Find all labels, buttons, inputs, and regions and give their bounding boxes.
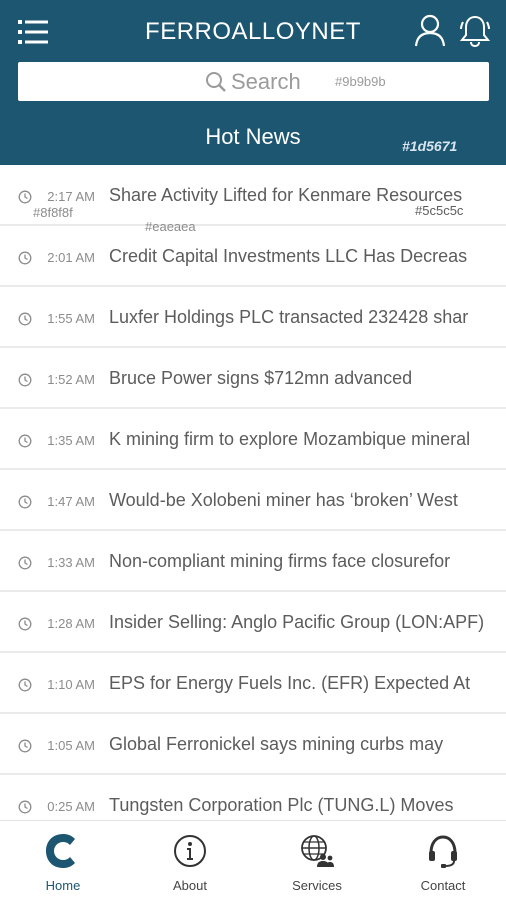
- nav-about[interactable]: About: [127, 821, 253, 900]
- clock-icon: [18, 190, 32, 204]
- bottom-navigation: Home About Services Contact: [0, 820, 506, 900]
- user-button[interactable]: [414, 14, 446, 48]
- news-item[interactable]: 1:10 AM EPS for Energy Fuels Inc. (EFR) E…: [0, 653, 506, 714]
- news-item[interactable]: 2:17 AM Share Activity Lifted for Kenmare…: [0, 165, 506, 226]
- news-title[interactable]: EPS for Energy Fuels Inc. (EFR) Expected…: [109, 673, 499, 694]
- news-item[interactable]: 1:52 AM Bruce Power signs $712mn advanced: [0, 348, 506, 409]
- clock-icon: [18, 678, 32, 692]
- news-list: #eaeaea 2:17 AM Share Activity Lifted for…: [0, 165, 506, 820]
- clock-icon: [18, 373, 32, 387]
- company-logo-icon: [46, 834, 75, 868]
- news-time: 0:25 AM: [47, 799, 95, 814]
- news-item[interactable]: 1:33 AM Non-compliant mining firms face c…: [0, 531, 506, 592]
- search-bar[interactable]: Search #9b9b9b: [18, 62, 489, 101]
- news-time: 1:52 AM: [47, 372, 95, 387]
- news-item[interactable]: 0:25 AM Tungsten Corporation Plc (TUNG.L)…: [0, 775, 506, 820]
- search-placeholder: Search: [231, 69, 301, 94]
- clock-icon: [18, 739, 32, 753]
- search-icon: [206, 72, 226, 92]
- news-title[interactable]: Would-be Xolobeni miner has ‘broken’ Wes…: [109, 490, 499, 511]
- clock-icon: [18, 495, 32, 509]
- nav-contact[interactable]: Contact: [380, 821, 506, 900]
- user-icon: [414, 14, 446, 47]
- news-title[interactable]: Bruce Power signs $712mn advanced: [109, 368, 499, 389]
- news-title[interactable]: K mining firm to explore Mozambique mine…: [109, 429, 499, 450]
- news-time: 1:35 AM: [47, 433, 95, 448]
- nav-about-label: About: [173, 878, 207, 893]
- clock-icon: [18, 556, 32, 570]
- search-inner: Search #9b9b9b: [18, 62, 489, 101]
- news-time: 2:01 AM: [47, 250, 95, 265]
- bell-icon: [459, 15, 491, 48]
- news-title[interactable]: Non-compliant mining firms face closuref…: [109, 551, 499, 572]
- nav-home[interactable]: Home: [0, 821, 126, 900]
- news-item[interactable]: 1:47 AM Would-be Xolobeni miner has ‘brok…: [0, 470, 506, 531]
- nav-services-label: Services: [292, 878, 342, 893]
- row-color-note-left: #8f8f8f: [33, 205, 73, 220]
- nav-services[interactable]: Services: [254, 821, 380, 900]
- divider-color-note: #eaeaea: [145, 219, 196, 234]
- news-title[interactable]: Insider Selling: Anglo Pacific Group (LO…: [109, 612, 499, 633]
- news-time: 1:33 AM: [47, 555, 95, 570]
- news-item[interactable]: 1:28 AM Insider Selling: Anglo Pacific Gr…: [0, 592, 506, 653]
- news-time: 1:28 AM: [47, 616, 95, 631]
- news-time: 1:05 AM: [47, 738, 95, 753]
- news-time: 1:47 AM: [47, 494, 95, 509]
- info-icon: [174, 835, 206, 867]
- news-title[interactable]: Luxfer Holdings PLC transacted 232428 sh…: [109, 307, 499, 328]
- news-time: 2:17 AM: [47, 189, 95, 204]
- news-time: 1:10 AM: [47, 677, 95, 692]
- clock-icon: [18, 434, 32, 448]
- news-item[interactable]: 2:01 AM Credit Capital Investments LLC Ha…: [0, 226, 506, 287]
- clock-icon: [18, 251, 32, 265]
- news-item[interactable]: 1:35 AM K mining firm to explore Mozambiq…: [0, 409, 506, 470]
- news-title[interactable]: Global Ferronickel says mining curbs may: [109, 734, 499, 755]
- notifications-button[interactable]: [458, 14, 492, 48]
- headset-icon: [429, 835, 457, 868]
- news-title[interactable]: Tungsten Corporation Plc (TUNG.L) Moves: [109, 795, 499, 816]
- search-color-note: #9b9b9b: [335, 74, 386, 89]
- header-color-note: #1d5671: [402, 138, 458, 154]
- app-header: FERROALLOYNET Search #9b9b9b Hot News #1…: [0, 0, 506, 165]
- clock-icon: [18, 800, 32, 814]
- clock-icon: [18, 312, 32, 326]
- news-title[interactable]: Credit Capital Investments LLC Has Decre…: [109, 246, 499, 267]
- globe-people-icon: [301, 835, 334, 867]
- nav-home-label: Home: [45, 878, 81, 893]
- row-color-note-right: #5c5c5c: [415, 203, 464, 218]
- news-time: 1:55 AM: [47, 311, 95, 326]
- nav-contact-label: Contact: [420, 878, 466, 893]
- news-item[interactable]: 1:05 AM Global Ferronickel says mining cu…: [0, 714, 506, 775]
- news-item[interactable]: 1:55 AM Luxfer Holdings PLC transacted 23…: [0, 287, 506, 348]
- clock-icon: [18, 617, 32, 631]
